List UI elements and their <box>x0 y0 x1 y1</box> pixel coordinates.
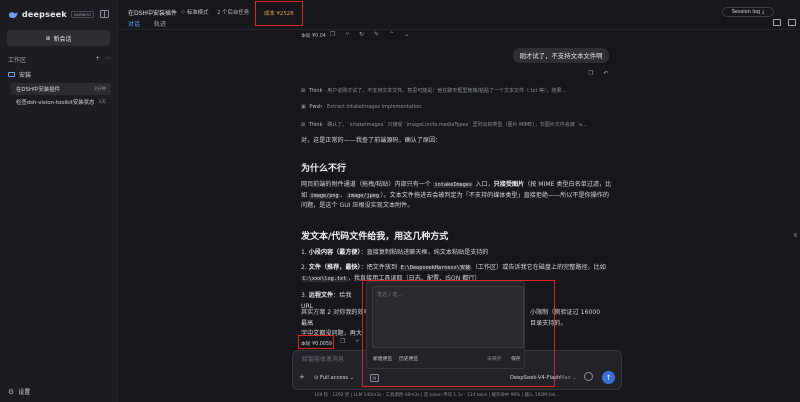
text: 其实方案 2 对你我的效率最高 <box>301 309 370 327</box>
conversation-item[interactable]: 在DSH中安装插件 3分钟 <box>11 83 111 95</box>
tool-call-think[interactable]: ⊠ Think · 确认了。`intakeImages` 只接受 `imageL… <box>301 121 611 128</box>
layout-icon[interactable] <box>773 19 781 26</box>
heading-why: 为什么不行 <box>301 164 347 174</box>
bold-text: 远程文件 <box>308 292 334 299</box>
folder-label: 安装 <box>19 72 32 79</box>
tool-name: Pwsh <box>309 104 323 110</box>
tool-name: Think <box>308 122 323 128</box>
message-actions: ❐ ⑂ <box>340 339 359 345</box>
tool-summary: · 确认了。`intakeImages` 只接受 `imageLimits.me… <box>324 122 587 128</box>
mode-label: 标准模式 <box>186 10 209 16</box>
workspace-label: 工作区 <box>8 57 27 64</box>
tab-trace[interactable]: 轨迹 <box>154 19 166 28</box>
effort-label: Max <box>560 375 571 381</box>
conversation-title: 检查dsh-vision-toolkit安装状态 <box>16 100 95 106</box>
brand-badge: HARNESS <box>70 11 95 18</box>
mode-selector[interactable]: ◇ 标准模式 <box>181 8 208 16</box>
user-message: 刚才试了，不支持文本文件啊 <box>513 48 609 63</box>
note-highlight-box <box>362 280 555 387</box>
mode-icon: ◇ <box>181 9 185 15</box>
turn-cost: 本轮 ¥0.04 <box>301 34 326 39</box>
message-actions: ❐ ⑂ ↻ ✎ ⌃ ⌄ <box>330 32 409 38</box>
text: 入口， <box>473 181 494 188</box>
turn-cost-highlight-box <box>298 335 334 349</box>
think-icon: ⊠ <box>301 122 306 128</box>
conversation-title: 在DSH中安装插件 <box>16 87 60 93</box>
tool-summary: · Extract intakeImages implementation <box>323 104 422 110</box>
thumb-down-icon[interactable]: ⌄ <box>404 32 409 38</box>
folder-icon <box>8 72 15 77</box>
chat-plus-icon: ⊕ <box>45 34 51 42</box>
context-indicator-icon[interactable] <box>584 372 593 381</box>
tab-chat[interactable]: 对话 <box>128 19 140 28</box>
bold-text: 只接受图片 <box>493 181 525 188</box>
text: 网页前端的附件通道（拖拽/粘贴）内部只有一个 <box>301 181 433 188</box>
tool-call-think[interactable]: ⊠ Think · 用户说刚才试了，不支持文本文件。意思可能是：他在聊天框里拖拽… <box>301 87 611 94</box>
user-message-actions: ❐ ↶ <box>588 71 608 77</box>
cost-highlight-box: 成本 ¥2528 <box>255 1 303 26</box>
retry-icon[interactable]: ↻ <box>359 32 364 38</box>
tool-call-pwsh[interactable]: ▣ Pwsh · Extract intakeImages implementa… <box>301 104 611 110</box>
workspace-actions: + ⋯ <box>95 55 111 62</box>
bold-text: 小段内容（最方便） <box>308 249 361 256</box>
edit-icon[interactable]: ✎ <box>374 32 379 38</box>
inline-code: E:\DeepseekHarness\安装 <box>399 265 472 271</box>
background-tasks[interactable]: 2 个后台任务 <box>217 8 249 16</box>
access-selector[interactable]: ⊙ Full access ⌄ <box>314 375 354 381</box>
conversation-title-header: 在DSH中安装插件 <box>128 10 177 17</box>
access-label: Full access <box>320 375 348 381</box>
top-bar: 在DSH中安装插件 ◇ 标准模式 2 个后台任务 成本 ¥2528 对话 轨迹 … <box>118 0 800 30</box>
sidebar-collapse-icon[interactable] <box>100 10 109 18</box>
deepseek-logo-icon <box>9 11 18 18</box>
inline-code: image/png <box>309 192 341 199</box>
settings-label: 设置 <box>18 389 31 396</box>
tool-summary: · 用户说刚才试了，不支持文本文件。意思可能是：他在聊天框里拖拽/粘贴了一个文本… <box>324 88 567 94</box>
text: （工作区）或告诉我它在磁盘上的完整路径，比如 <box>471 264 606 271</box>
terminal-icon: ▣ <box>301 104 306 110</box>
copy-icon[interactable]: ❐ <box>588 71 593 77</box>
gear-icon: ⚙ <box>8 387 15 396</box>
bold-text: 文件（推荐，最快） <box>308 264 361 271</box>
think-icon: ⊠ <box>301 88 306 94</box>
reply-paragraph: 网页前端的附件通道（拖拽/粘贴）内部只有一个 intakeImages 入口，只… <box>301 180 612 212</box>
conversation-time: 1天 <box>98 100 106 105</box>
scrollbar[interactable] <box>794 233 797 237</box>
fork-icon[interactable]: ⑂ <box>355 339 359 345</box>
copy-icon[interactable]: ❐ <box>330 32 335 38</box>
heading-methods: 发文本/代码文件给我，用这几种方式 <box>301 232 449 242</box>
panel-icon[interactable] <box>788 19 796 26</box>
download-icon: ⤓ <box>762 9 765 15</box>
new-chat-label: 新会话 <box>53 35 72 43</box>
text: ：直接复制粘贴进聊天框，纯文本粘贴是支持的 <box>360 249 489 256</box>
message-input[interactable]: 给智能体发消息 <box>302 354 344 363</box>
status-bar: 109 轮 · 1292 步 | LLM 140m3s · 工具调用 48m3s… <box>314 393 560 398</box>
sidebar: deepseek HARNESS ⊕ 新会话 工作区 + ⋯ 安装 在DSH中安… <box>0 0 118 402</box>
copy-icon[interactable]: ❐ <box>340 339 345 345</box>
thumb-up-icon[interactable]: ⌃ <box>389 32 394 38</box>
workspace-folder[interactable]: 安装 <box>8 70 31 79</box>
add-attachment-icon[interactable]: + <box>299 373 305 381</box>
brand: deepseek HARNESS <box>8 10 95 19</box>
add-workspace-icon[interactable]: + <box>95 55 100 62</box>
conversation-time: 3分钟 <box>93 87 106 92</box>
total-cost-label: 成本 ¥2528 <box>264 11 294 17</box>
send-button[interactable]: ↑ <box>602 371 615 384</box>
session-log-button[interactable]: Session log ⤓ <box>722 7 774 17</box>
new-chat-button[interactable]: ⊕ 新会话 <box>7 30 110 46</box>
undo-icon[interactable]: ↶ <box>603 71 608 77</box>
fork-icon[interactable]: ⑂ <box>345 32 349 38</box>
method-list-item-1: 1. 小段内容（最方便）：直接复制粘贴进聊天框，纯文本粘贴是支持的 <box>301 249 489 256</box>
effort-selector[interactable]: Max ⌄ <box>560 375 577 381</box>
session-log-label: Session log <box>731 9 761 15</box>
workspace-more-icon[interactable]: ⋯ <box>105 55 111 62</box>
conversation-item[interactable]: 检查dsh-vision-toolkit安装状态 1天 <box>11 96 111 108</box>
inline-code: image/jpeg <box>346 192 381 199</box>
reply-intro: 对，这是正常的——我查了前端源码，确认了原因： <box>301 137 442 144</box>
brand-name: deepseek <box>22 10 67 19</box>
inline-code: C:\xxx\log.txt <box>301 275 348 282</box>
settings-button[interactable]: ⚙ 设置 <box>8 387 31 397</box>
text: ：把文件放到 <box>360 264 400 271</box>
inline-code: intakeImages <box>432 182 474 188</box>
tool-name: Think <box>308 88 323 94</box>
